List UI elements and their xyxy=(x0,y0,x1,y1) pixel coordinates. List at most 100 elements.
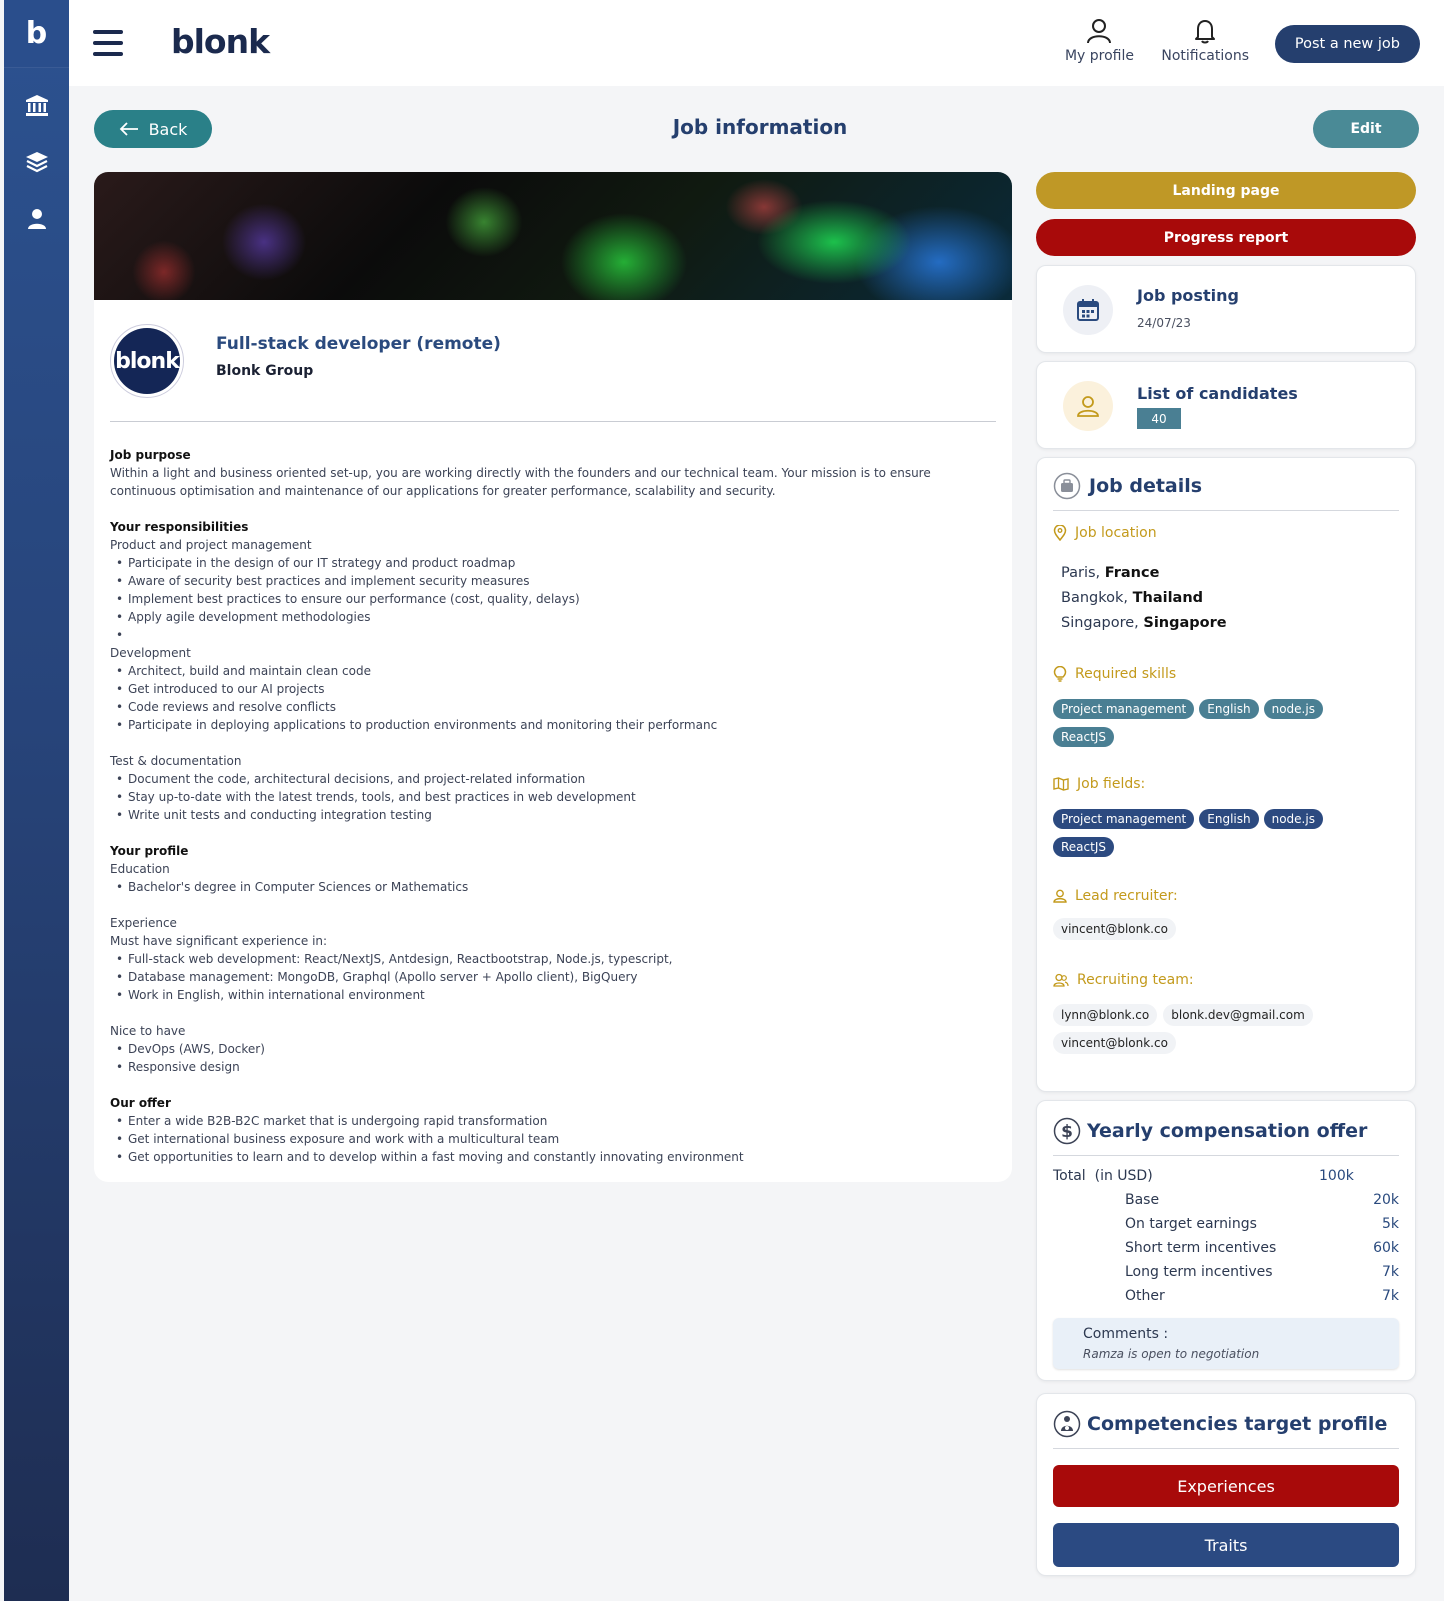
comp-label: Short term incentives xyxy=(1125,1240,1277,1256)
lead-recruiter-label: Lead recruiter: xyxy=(1075,888,1178,904)
field-chip: ReactJS xyxy=(1053,837,1114,857)
list-item: Code reviews and resolve conflicts xyxy=(110,698,996,716)
brand-logo[interactable]: blonk xyxy=(171,22,270,61)
top-bar: blonk My profile Notifications Post a ne… xyxy=(69,0,1444,86)
job-fields-heading: Job fields: xyxy=(1053,776,1399,792)
comp-row: Long term incentives 7k xyxy=(1053,1260,1399,1284)
comp-value: 7k xyxy=(1381,1288,1399,1304)
field-chip: English xyxy=(1199,809,1259,829)
comp-total-label: Total (in USD) xyxy=(1053,1168,1319,1184)
job-posting-title: Job posting xyxy=(1137,286,1239,305)
divider xyxy=(110,421,996,422)
list-item: Implement best practices to ensure our p… xyxy=(110,590,996,608)
comp-label: Other xyxy=(1125,1288,1165,1304)
job-location-heading: Job location xyxy=(1053,525,1399,541)
country: Thailand xyxy=(1132,590,1204,606)
list-item: Enter a wide B2B-B2C market that is unde… xyxy=(110,1112,996,1130)
comp-value: 20k xyxy=(1373,1192,1399,1208)
purpose-heading: Job purpose xyxy=(110,448,191,462)
location-pin-icon xyxy=(1053,525,1067,541)
skill-chip: ReactJS xyxy=(1053,727,1114,747)
list-item: Stay up-to-date with the latest trends, … xyxy=(110,788,996,806)
my-profile-label: My profile xyxy=(1064,48,1134,64)
comments-label: Comments : xyxy=(1083,1326,1169,1342)
edit-button[interactable]: Edit xyxy=(1313,110,1419,148)
team-icon xyxy=(1053,973,1069,987)
list-item: Get international business exposure and … xyxy=(110,1130,996,1148)
profile-sub-2: Experience xyxy=(110,916,177,930)
list-item: Database management: MongoDB, Graphql (A… xyxy=(110,968,996,986)
profile-icon xyxy=(1087,19,1112,44)
country: Singapore xyxy=(1143,615,1227,631)
location-item: Singapore, Singapore xyxy=(1061,611,1399,636)
offer-heading: Our offer xyxy=(110,1096,171,1110)
profile-sub-1: Education xyxy=(110,862,170,876)
team-member-email[interactable]: lynn@blonk.co xyxy=(1053,1004,1158,1026)
compensation-table: Total (in USD) 100k Base 20k On target ea… xyxy=(1053,1164,1399,1308)
bank-icon[interactable] xyxy=(4,76,69,133)
competencies-title: Competencies target profile xyxy=(1087,1413,1388,1435)
job-fields-label: Job fields: xyxy=(1077,776,1146,792)
notifications-button[interactable]: Notifications xyxy=(1161,18,1249,64)
required-skills-label: Required skills xyxy=(1075,666,1177,682)
notifications-label: Notifications xyxy=(1161,48,1249,64)
progress-report-button[interactable]: Progress report xyxy=(1036,219,1416,256)
page-title: Job information xyxy=(672,115,848,139)
city: Singapore, xyxy=(1061,615,1139,631)
compensation-card: $ Yearly compensation offer Total (in US… xyxy=(1036,1100,1416,1381)
back-button[interactable]: Back xyxy=(94,110,212,148)
comp-row: Short term incentives 60k xyxy=(1053,1236,1399,1260)
compensation-title: Yearly compensation offer xyxy=(1087,1120,1368,1142)
layers-icon[interactable] xyxy=(4,133,69,190)
user-icon[interactable] xyxy=(4,190,69,247)
candidate-icon xyxy=(1063,381,1113,431)
company-logo-text: blonk xyxy=(114,328,180,394)
competency-icon xyxy=(1053,1410,1081,1438)
job-posting-card[interactable]: Job posting 24/07/23 xyxy=(1036,265,1416,353)
skill-chip: Project management xyxy=(1053,699,1195,719)
my-profile-button[interactable]: My profile xyxy=(1065,18,1134,64)
profile-heading: Your profile xyxy=(110,844,189,858)
landing-page-button[interactable]: Landing page xyxy=(1036,172,1416,209)
menu-icon[interactable] xyxy=(93,30,123,56)
job-location-label: Job location xyxy=(1075,525,1157,541)
comp-value: 60k xyxy=(1373,1240,1399,1256)
comp-total-row: Total (in USD) 100k xyxy=(1053,1164,1399,1188)
traits-button[interactable]: Traits xyxy=(1053,1523,1399,1567)
job-title: Full-stack developer (remote) xyxy=(216,334,501,354)
competencies-heading: Competencies target profile xyxy=(1053,1410,1399,1438)
responsibilities-sub-2: Development xyxy=(110,646,191,660)
experiences-button[interactable]: Experiences xyxy=(1053,1465,1399,1507)
list-item: Bachelor's degree in Computer Sciences o… xyxy=(110,878,996,896)
list-item: Write unit tests and conducting integrat… xyxy=(110,806,996,824)
list-item: Get introduced to our AI projects xyxy=(110,680,996,698)
country: France xyxy=(1104,565,1160,581)
purpose-text: Within a light and business oriented set… xyxy=(110,466,931,498)
list-item: Participate in the design of our IT stra… xyxy=(110,554,996,572)
list-item: DevOps (AWS, Docker) xyxy=(110,1040,996,1058)
lead-recruiter-email[interactable]: vincent@blonk.co xyxy=(1053,918,1176,940)
recruiting-team-label: Recruiting team: xyxy=(1077,972,1194,988)
list-item: Full-stack web development: React/NextJS… xyxy=(110,950,996,968)
competencies-card: Competencies target profile Experiences … xyxy=(1036,1393,1416,1576)
location-item: Paris, France xyxy=(1061,561,1399,586)
list-item: Participate in deploying applications to… xyxy=(110,716,996,734)
recruiting-team-heading: Recruiting team: xyxy=(1053,972,1399,988)
list-item: Apply agile development methodologies xyxy=(110,608,996,626)
comp-label: On target earnings xyxy=(1125,1216,1257,1232)
comp-value: 5k xyxy=(1381,1216,1399,1232)
team-member-email[interactable]: vincent@blonk.co xyxy=(1053,1032,1176,1054)
rail-logo[interactable]: b xyxy=(4,0,69,68)
unit-label: (in USD) xyxy=(1094,1168,1153,1184)
comments-box: Comments : Ramza is open to negotiation xyxy=(1053,1318,1399,1369)
comp-label: Base xyxy=(1125,1192,1160,1208)
field-chip: node.js xyxy=(1263,809,1323,829)
team-member-email[interactable]: blonk.dev@gmail.com xyxy=(1163,1004,1313,1026)
skill-chip: English xyxy=(1199,699,1259,719)
comp-row: Other 7k xyxy=(1053,1284,1399,1308)
candidates-card[interactable]: List of candidates 40 xyxy=(1036,361,1416,449)
post-new-job-button[interactable]: Post a new job xyxy=(1274,25,1420,63)
skill-chip: node.js xyxy=(1263,699,1323,719)
lightbulb-icon xyxy=(1053,666,1067,682)
list-item: Document the code, architectural decisio… xyxy=(110,770,996,788)
